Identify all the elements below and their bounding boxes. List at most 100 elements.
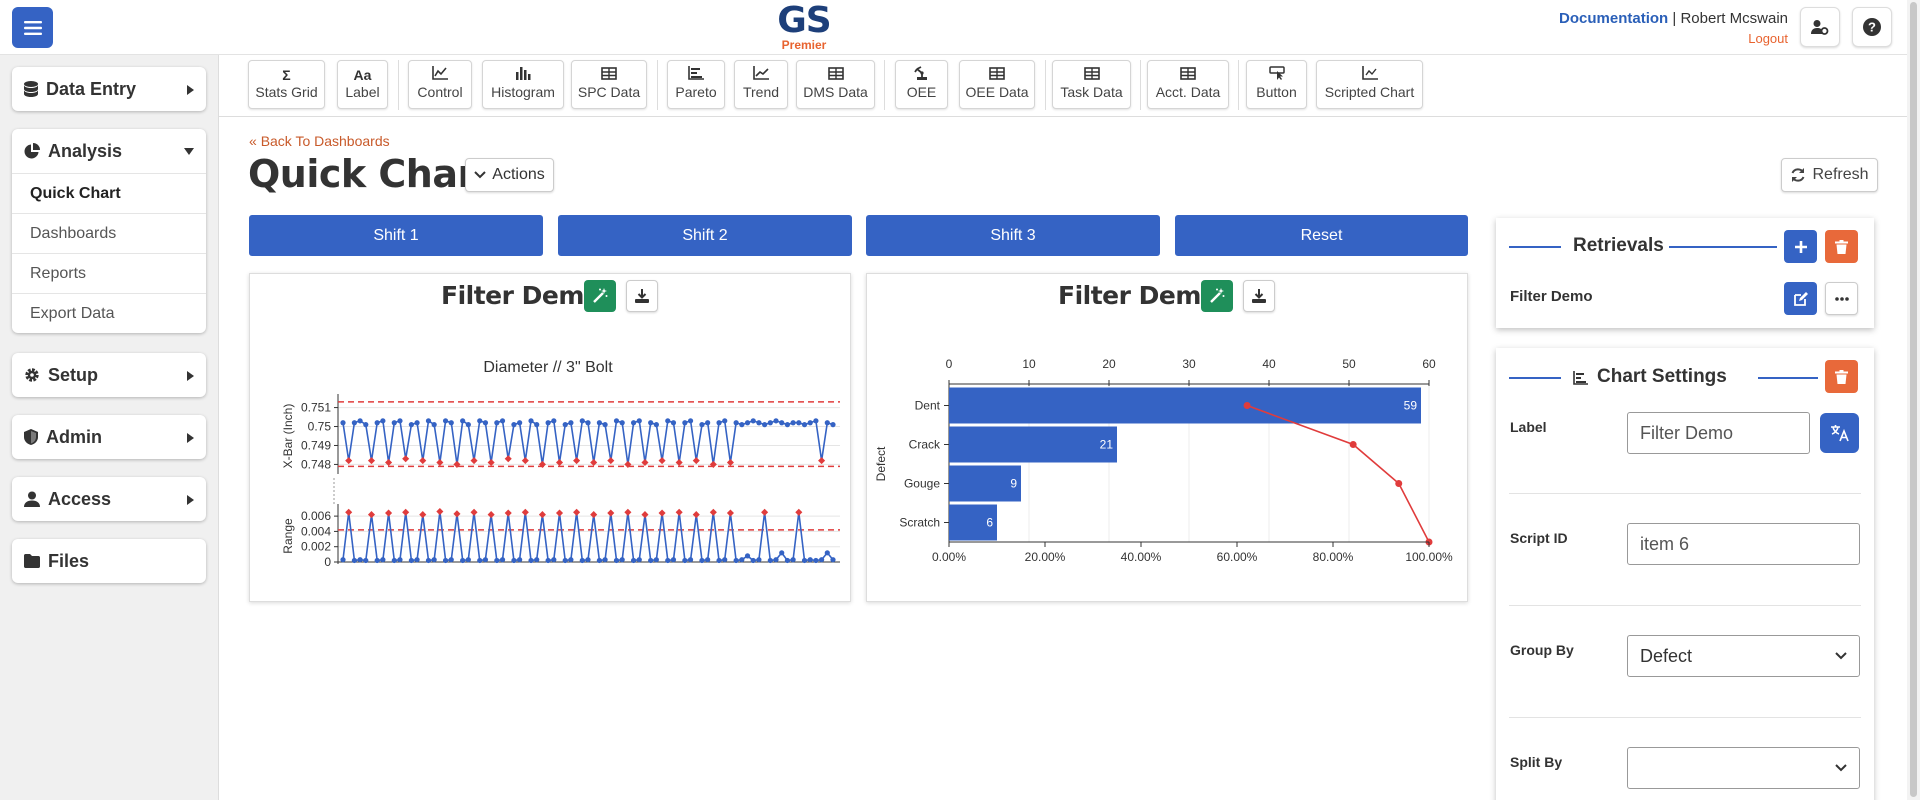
out-of-control-point [641,511,649,519]
sidebar-item-reports[interactable]: Reports [12,253,206,293]
shift-2-button[interactable]: Shift 2 [558,215,852,256]
download-chart-button[interactable] [626,280,658,312]
sidebar-head-setup[interactable]: Setup [12,353,206,397]
title-rule [1509,246,1561,248]
shift-1-button[interactable]: Shift 1 [249,215,543,256]
y-tick-label: 0.75 [308,420,332,434]
script-id-input[interactable]: item 6 [1627,523,1860,565]
tool-oee-data[interactable]: OEE Data [959,60,1035,109]
sidebar-item-dashboards[interactable]: Dashboards [12,213,206,253]
folder-icon [24,554,40,568]
tool-task-data[interactable]: Task Data [1052,60,1131,109]
data-point [380,557,386,563]
user-area: Documentation | Robert Mcswain Logout [1559,10,1788,46]
tool-label: Stats Grid [255,84,318,100]
data-point [477,557,483,564]
back-to-dashboards-link[interactable]: « Back To Dashboards [249,133,390,149]
tool-label: Button [1256,84,1297,100]
x-tick-label: 10 [1022,357,1036,371]
group-by-select[interactable]: Defect [1627,635,1860,677]
bar-value-label: 59 [1404,399,1418,413]
data-point [442,557,449,564]
edit-chart-button[interactable] [584,280,616,312]
shift-3-button[interactable]: Shift 3 [866,215,1160,256]
edit-retrieval-button[interactable] [1784,282,1817,315]
range-subplot: 0.0060.004 0.0020 Range [281,504,840,569]
table-icon [1180,67,1196,80]
reset-button[interactable]: Reset [1175,215,1468,256]
scrollbar-thumb[interactable] [1910,2,1917,797]
tool-stats-grid[interactable]: Σ Stats Grid [248,60,325,109]
translate-button[interactable] [1820,413,1859,453]
toolbar-divider [657,60,658,110]
out-of-control-point [436,458,444,467]
sidebar-item-quick-chart[interactable]: Quick Chart [12,173,206,213]
split-by-select[interactable] [1627,747,1860,789]
sidebar-head-files[interactable]: Files [12,539,206,583]
page-scrollbar[interactable] [1907,0,1920,800]
user-settings-button[interactable] [1800,7,1840,47]
more-options-button[interactable] [1825,282,1858,315]
out-of-control-point [590,458,598,467]
tool-histogram[interactable]: Histogram [482,60,564,109]
data-point [687,557,694,563]
tool-spc-data[interactable]: SPC Data [571,60,647,109]
data-point [830,557,836,563]
toolbar-divider [1140,60,1141,110]
delete-retrievals-button[interactable] [1825,230,1858,263]
delete-chart-button[interactable] [1825,360,1858,393]
tool-scripted-chart[interactable]: Scripted Chart [1316,60,1423,109]
sidebar-head-analysis[interactable]: Analysis [12,129,206,173]
tool-dms-data[interactable]: DMS Data [796,60,875,109]
data-point [773,418,779,424]
sidebar-head-access[interactable]: Access [12,477,206,521]
documentation-link[interactable]: Documentation [1559,10,1668,27]
data-point [534,557,540,563]
data-point [670,557,677,563]
tool-control[interactable]: Control [408,60,472,109]
data-point [801,422,808,428]
retrievals-card: Retrievals Filter Demo [1496,218,1874,328]
data-point [340,557,346,563]
hamburger-icon [23,20,42,35]
sidebar-head-data-entry[interactable]: Data Entry [12,67,206,111]
tool-oee[interactable]: OEE [895,60,948,109]
download-chart-button[interactable] [1243,280,1275,312]
settings-divider [1509,605,1861,606]
data-point [750,557,756,564]
data-point [585,557,591,563]
y-axis-label: Defect [874,446,888,481]
tool-pareto[interactable]: Pareto [667,60,725,109]
top-bar: GS Premier Documentation | Robert Mcswai… [0,0,1920,55]
data-point [534,422,540,428]
tool-trend[interactable]: Trend [734,60,788,109]
pie-chart-icon [24,143,40,159]
tool-button[interactable]: Button [1246,60,1307,109]
question-circle-icon: ? [1863,18,1881,36]
menu-button[interactable] [12,7,53,48]
help-button[interactable]: ? [1852,7,1892,47]
sidebar-admin: Admin [12,415,206,459]
edit-chart-button[interactable] [1201,280,1233,312]
cumulative-point [1395,480,1403,487]
label-input[interactable]: Filter Demo [1627,412,1810,454]
title-rule [1758,377,1818,379]
data-point [465,557,471,563]
tool-label[interactable]: Aa Label [337,60,388,109]
sidebar-head-admin[interactable]: Admin [12,415,206,459]
cumulative-point [1243,402,1251,409]
data-point [391,557,397,564]
x-tick-label: 30 [1182,357,1196,371]
refresh-button[interactable]: Refresh [1781,158,1878,192]
sidebar-item-export-data[interactable]: Export Data [12,293,206,333]
data-point [414,420,420,426]
shield-icon [24,429,38,445]
y-axis-label: X-Bar (Inch) [281,404,295,469]
logout-link[interactable]: Logout [1559,31,1788,46]
data-point [722,557,728,563]
tool-acct-data[interactable]: Acct. Data [1147,60,1229,109]
data-point [716,420,722,426]
add-retrieval-button[interactable] [1784,230,1817,263]
actions-dropdown[interactable]: Actions [465,158,554,192]
data-point [517,557,523,563]
